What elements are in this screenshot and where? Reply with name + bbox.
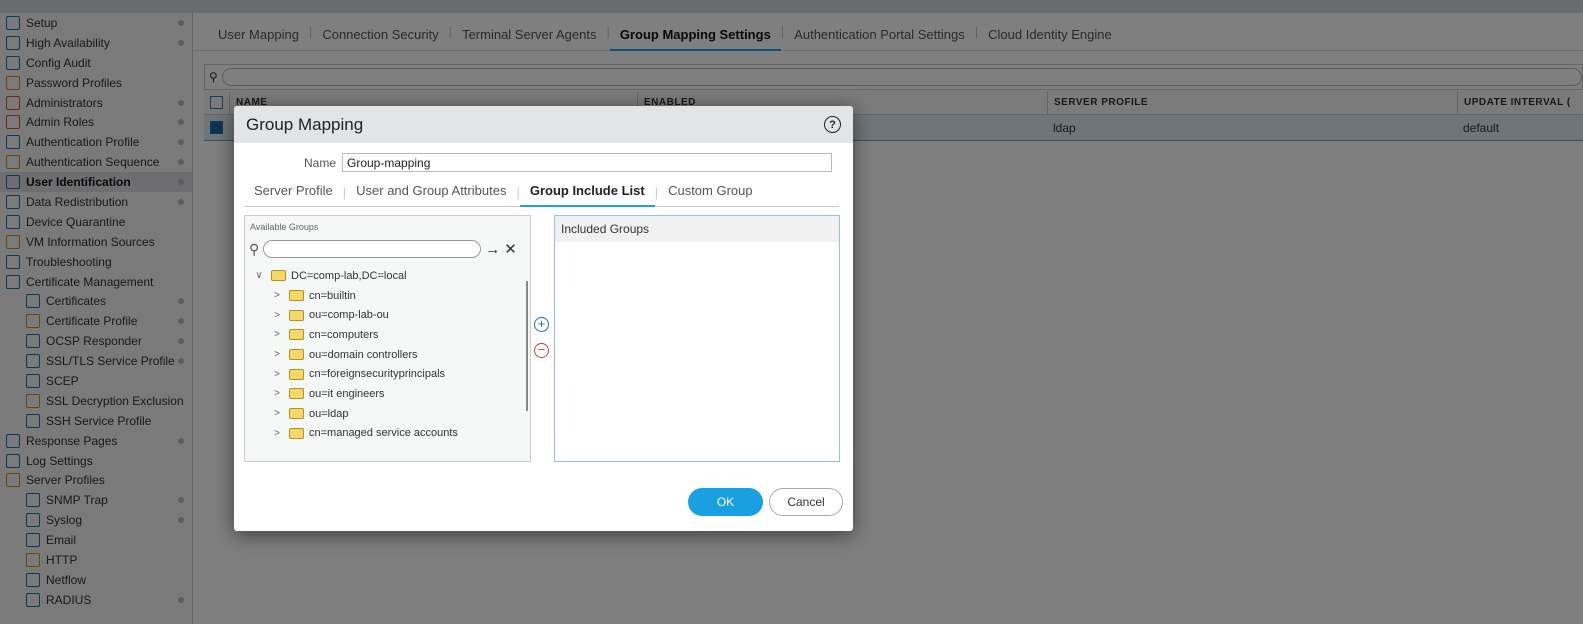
included-groups-panel: Included Groups [554, 215, 840, 462]
name-row: Name [234, 153, 832, 172]
chevron-right-icon[interactable]: > [271, 310, 283, 321]
tree-node-label: ou=ldap [309, 407, 349, 420]
tab-group-include-list[interactable]: Group Include List [519, 178, 655, 207]
chevron-right-icon[interactable]: > [271, 428, 283, 439]
tree-node[interactable]: > ou=ldap [245, 404, 530, 424]
dialog-header: Group Mapping ? [234, 106, 853, 143]
arrow-right-icon[interactable]: → [485, 241, 500, 258]
included-groups-title: Included Groups [555, 216, 839, 242]
tree-node[interactable]: > cn=builtin [245, 286, 530, 306]
folder-icon [289, 349, 304, 361]
cancel-button[interactable]: Cancel [769, 488, 843, 516]
tab-user-and-group-attributes[interactable]: User and Group Attributes [346, 178, 516, 207]
ok-button[interactable]: OK [688, 488, 763, 516]
tree-node-label: ou=domain controllers [309, 348, 418, 361]
chevron-right-icon[interactable]: > [271, 329, 283, 340]
tree-root[interactable]: ∨ DC=comp-lab,DC=local [245, 266, 530, 286]
chevron-right-icon[interactable]: > [271, 408, 283, 419]
chevron-down-icon[interactable]: ∨ [253, 270, 265, 281]
tree-node[interactable]: > ou=comp-lab-ou [245, 305, 530, 325]
folder-icon [289, 368, 304, 380]
tree-node-label: cn=builtin [309, 289, 356, 302]
chevron-right-icon[interactable]: > [271, 369, 283, 380]
folder-icon [289, 329, 304, 341]
tree-root-label: DC=comp-lab,DC=local [291, 269, 407, 282]
chevron-right-icon[interactable]: > [271, 290, 283, 301]
folder-icon [289, 309, 304, 321]
clear-icon[interactable]: ✕ [504, 240, 517, 258]
name-label: Name [303, 155, 336, 170]
folder-open-icon [271, 270, 286, 282]
tree-node[interactable]: > ou=it engineers [245, 384, 530, 404]
tree-node-label: ou=it engineers [309, 387, 385, 400]
name-input[interactable] [342, 153, 832, 172]
folder-icon [289, 290, 304, 302]
tree-node[interactable]: > ou=domain controllers [245, 345, 530, 365]
remove-icon[interactable]: − [534, 343, 549, 358]
chevron-right-icon[interactable]: > [271, 388, 283, 399]
add-icon[interactable]: + [534, 317, 549, 332]
group-tree: ∨ DC=comp-lab,DC=local > cn=builtin > ou=co… [245, 266, 530, 443]
search-icon: ⚲ [249, 240, 260, 257]
folder-icon [289, 427, 304, 439]
tab-custom-group[interactable]: Custom Group [658, 178, 763, 207]
tree-node[interactable]: > cn=managed service accounts [245, 424, 530, 444]
dialog-tabs: Server Profile | User and Group Attributes… [244, 178, 839, 207]
group-search-input[interactable] [263, 240, 482, 258]
available-groups-title: Available Groups [250, 222, 319, 232]
tab-server-profile[interactable]: Server Profile [244, 178, 343, 207]
available-groups-panel: Available Groups ⚲ → ✕ ∨ DC=comp-lab,DC=… [244, 215, 531, 462]
help-icon[interactable]: ? [824, 116, 841, 133]
scrollbar[interactable] [526, 281, 528, 411]
group-mapping-dialog: Group Mapping ? Name Server Profile|User… [234, 106, 853, 531]
folder-icon [289, 388, 304, 400]
dialog-title: Group Mapping [246, 114, 364, 134]
chevron-right-icon[interactable]: > [271, 349, 283, 360]
tree-node-label: ou=comp-lab-ou [309, 309, 389, 322]
tree-node-label: cn=computers [309, 328, 379, 341]
tree-node-label: cn=foreignsecurityprincipals [309, 368, 446, 381]
folder-icon [289, 408, 304, 420]
tree-node[interactable]: > cn=foreignsecurityprincipals [245, 364, 530, 384]
tree-node-label: cn=managed service accounts [309, 427, 458, 440]
tree-node[interactable]: > cn=computers [245, 325, 530, 345]
